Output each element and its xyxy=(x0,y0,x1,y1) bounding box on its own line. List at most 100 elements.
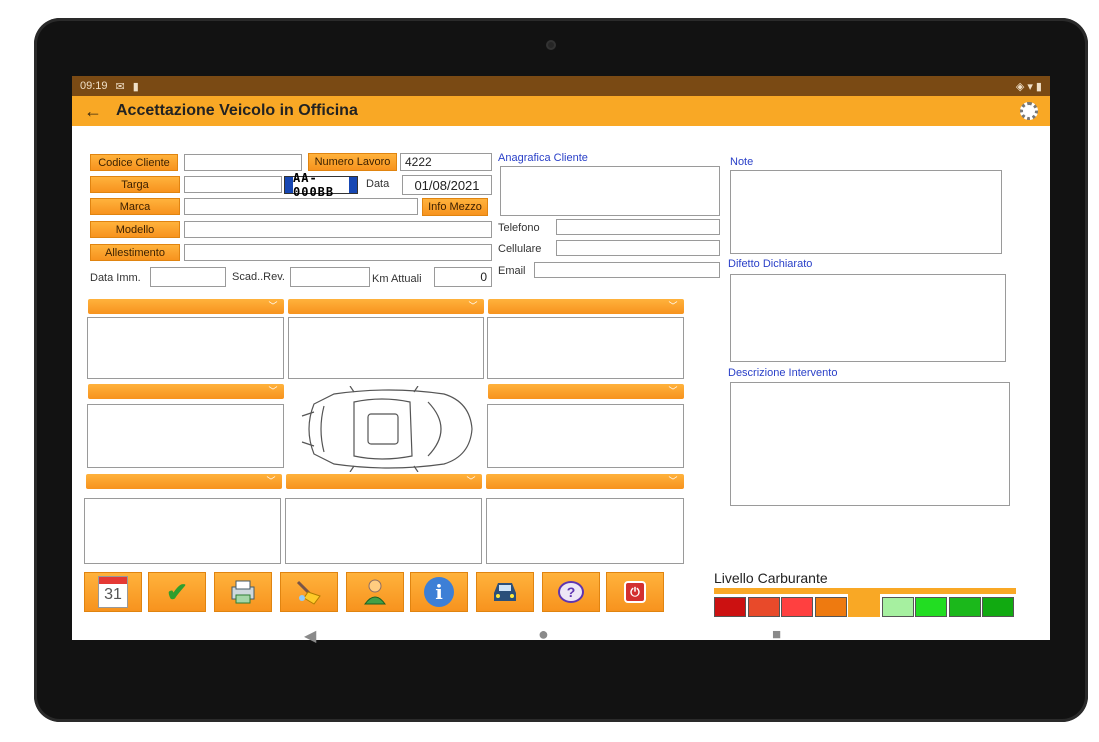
chevron-down-icon: ﹀ xyxy=(266,476,276,486)
marca-input[interactable] xyxy=(184,198,418,215)
fuel-level-cell[interactable] xyxy=(848,594,880,617)
data-label: Data xyxy=(366,178,390,190)
info-button[interactable]: i xyxy=(410,572,468,612)
data-imm-input[interactable] xyxy=(150,267,226,287)
allestimento-input[interactable] xyxy=(184,244,492,261)
cellulare-input[interactable] xyxy=(556,240,720,256)
damage-select-5[interactable]: ﹀ xyxy=(488,384,684,399)
damage-box-6[interactable] xyxy=(84,498,281,564)
chevron-down-icon: ﹀ xyxy=(668,301,678,311)
damage-box-8[interactable] xyxy=(486,498,684,564)
descrizione-label: Descrizione Intervento xyxy=(728,367,838,379)
print-button[interactable] xyxy=(214,572,272,612)
plate-eu-band xyxy=(285,177,293,193)
fuel-level-cell[interactable] xyxy=(948,597,981,617)
anagrafica-title: Anagrafica Cliente xyxy=(498,152,588,164)
person-icon xyxy=(364,579,386,605)
confirm-button[interactable]: ✔ xyxy=(148,572,206,612)
targa-input[interactable] xyxy=(184,176,282,193)
camera-icon xyxy=(546,40,556,50)
modello-input[interactable] xyxy=(184,221,492,238)
difetto-textarea[interactable] xyxy=(730,274,1006,362)
plate-number: AA-000BB xyxy=(293,171,335,199)
chevron-down-icon: ﹀ xyxy=(268,301,278,311)
nav-back-icon[interactable]: ◀ xyxy=(304,626,316,646)
chevron-down-icon: ﹀ xyxy=(468,301,478,311)
damage-select-4[interactable]: ﹀ xyxy=(88,384,284,399)
power-icon: ⏻ xyxy=(624,581,646,603)
damage-select-3[interactable]: ﹀ xyxy=(488,299,684,314)
status-icons: ◈ ▾ ▮ xyxy=(1015,80,1042,93)
tablet-frame: 09:19 ✉ ▮ ◈ ▾ ▮ ← Accettazione Veicolo i… xyxy=(34,18,1088,722)
chevron-down-icon: ﹀ xyxy=(668,476,678,486)
calendar-day: 31 xyxy=(104,586,122,603)
cellulare-label: Cellulare xyxy=(498,243,542,255)
scad-rev-input[interactable] xyxy=(290,267,370,287)
descrizione-textarea[interactable] xyxy=(730,382,1010,506)
email-input[interactable] xyxy=(534,262,720,278)
nav-recents-icon[interactable]: ■ xyxy=(772,626,781,643)
chevron-down-icon: ﹀ xyxy=(668,386,678,396)
difetto-label: Difetto Dichiarato xyxy=(728,258,813,270)
damage-select-1[interactable]: ﹀ xyxy=(88,299,284,314)
km-attuali-input[interactable]: 0 xyxy=(434,267,492,287)
chevron-down-icon: ﹀ xyxy=(466,476,476,486)
damage-box-2[interactable] xyxy=(288,317,484,379)
note-label: Note xyxy=(730,156,754,168)
damage-box-4[interactable] xyxy=(87,404,284,468)
numero-lavoro-button[interactable]: Numero Lavoro xyxy=(308,153,397,171)
data-imm-label: Data Imm. xyxy=(90,272,141,284)
settings-gear-icon[interactable] xyxy=(1020,102,1038,120)
damage-select-6[interactable]: ﹀ xyxy=(86,474,282,489)
anagrafica-textarea[interactable] xyxy=(500,166,720,216)
modello-button[interactable]: Modello xyxy=(90,221,180,238)
damage-select-7[interactable]: ﹀ xyxy=(286,474,482,489)
damage-box-3[interactable] xyxy=(487,317,684,379)
calendar-button[interactable]: 31 xyxy=(84,572,142,612)
telefono-label: Telefono xyxy=(498,222,540,234)
data-input[interactable]: 01/08/2021 xyxy=(402,175,492,195)
exit-button[interactable]: ⏻ xyxy=(606,572,664,612)
note-textarea[interactable] xyxy=(730,170,1002,254)
car-topview-icon xyxy=(301,386,473,472)
vehicle-button[interactable] xyxy=(476,572,534,612)
km-attuali-label: Km Attuali xyxy=(372,273,422,285)
info-mezzo-button[interactable]: Info Mezzo xyxy=(422,198,488,216)
damage-box-7[interactable] xyxy=(285,498,482,564)
damage-select-2[interactable]: ﹀ xyxy=(288,299,484,314)
damage-box-1[interactable] xyxy=(87,317,284,379)
screen: 09:19 ✉ ▮ ◈ ▾ ▮ ← Accettazione Veicolo i… xyxy=(72,76,1050,640)
scad-rev-label: Scad..Rev. xyxy=(232,271,285,283)
fuel-level-cell[interactable] xyxy=(714,597,746,617)
nav-home-icon[interactable]: ● xyxy=(538,624,549,645)
damage-box-5[interactable] xyxy=(487,404,684,468)
fuel-label: Livello Carburante xyxy=(714,570,828,586)
fuel-level-cell[interactable] xyxy=(814,597,847,617)
help-question-icon: ? xyxy=(558,581,584,603)
marca-button[interactable]: Marca xyxy=(90,198,180,215)
help-button[interactable]: ? xyxy=(542,572,600,612)
android-nav-bar: ◀ ● ■ xyxy=(34,618,1088,658)
mail-icon: ✉ xyxy=(115,80,125,93)
allestimento-button[interactable]: Allestimento xyxy=(90,244,180,261)
license-plate: AA-000BB xyxy=(284,171,358,199)
fuel-level-cell[interactable] xyxy=(915,597,947,617)
targa-button[interactable]: Targa xyxy=(90,176,180,193)
fuel-level-cell[interactable] xyxy=(982,597,1014,617)
fuel-level-cell[interactable] xyxy=(747,597,780,617)
checkmark-icon: ✔ xyxy=(166,576,188,607)
app-bar: ← Accettazione Veicolo in Officina xyxy=(72,96,1050,126)
fuel-level-cell[interactable] xyxy=(881,597,914,617)
damage-select-8[interactable]: ﹀ xyxy=(486,474,684,489)
clear-button[interactable] xyxy=(280,572,338,612)
sd-card-icon: ▮ xyxy=(132,80,139,93)
back-arrow-icon[interactable]: ← xyxy=(84,101,102,122)
chevron-down-icon: ﹀ xyxy=(268,386,278,396)
telefono-input[interactable] xyxy=(556,219,720,235)
codice-cliente-button[interactable]: Codice Cliente xyxy=(90,154,178,171)
fuel-level-cell[interactable] xyxy=(781,597,813,617)
numero-lavoro-input[interactable]: 4222 xyxy=(400,153,492,171)
customer-button[interactable] xyxy=(346,572,404,612)
codice-cliente-input[interactable] xyxy=(184,154,302,171)
page-title: Accettazione Veicolo in Officina xyxy=(116,102,358,119)
